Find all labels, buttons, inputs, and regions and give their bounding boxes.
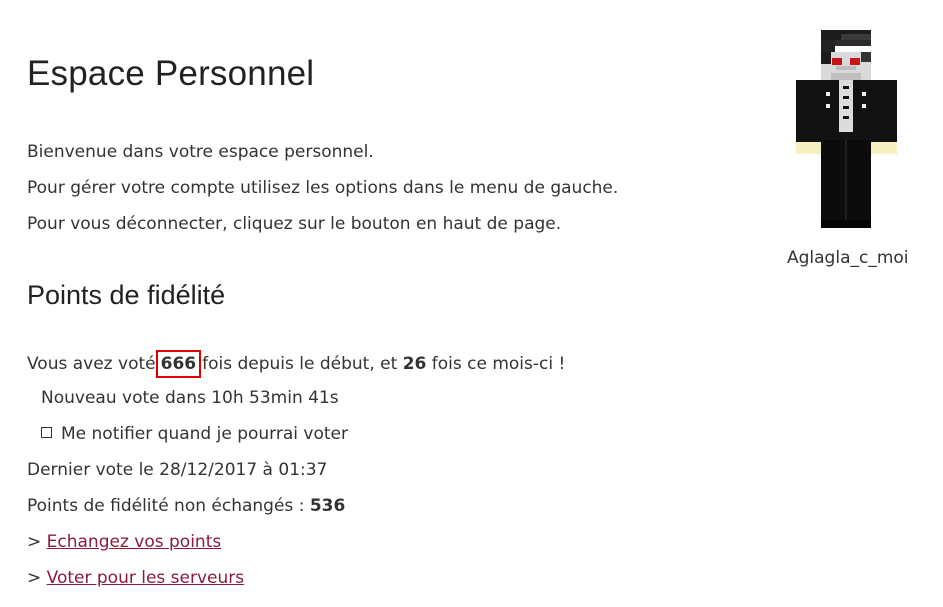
votes-month: 26 xyxy=(402,354,427,374)
unexchanged-points: Points de fidélité non échangés : 536 xyxy=(27,494,345,518)
logout-help-text: Pour vous déconnecter, cliquez sur le bo… xyxy=(27,214,562,234)
minecraft-skin-icon xyxy=(796,30,897,228)
vote-servers-row: > Voter pour les serveurs xyxy=(27,566,244,590)
notify-label[interactable]: Me notifier quand je pourrai voter xyxy=(61,424,348,444)
link-arrow: > xyxy=(27,532,42,552)
notify-checkbox[interactable] xyxy=(41,426,52,438)
link-arrow: > xyxy=(27,568,42,588)
username: Aglagla_c_moi xyxy=(787,248,909,268)
last-vote-text: Dernier vote le 28/12/2017 à 01:37 xyxy=(27,460,328,480)
fidelity-section-title: Points de fidélité xyxy=(27,280,226,310)
exchange-points-row: > Echangez vos points xyxy=(27,530,221,554)
vote-servers-link[interactable]: Voter pour les serveurs xyxy=(47,568,244,588)
votes-suffix: fois ce mois-ci ! xyxy=(431,354,566,374)
votes-middle: fois depuis le début, et xyxy=(202,354,398,374)
exchange-points-link[interactable]: Echangez vos points xyxy=(47,532,222,552)
page-title: Espace Personnel xyxy=(27,54,315,93)
votes-summary: Vous avez voté 666 fois depuis le début, e… xyxy=(27,350,565,378)
welcome-text: Bienvenue dans votre espace personnel. xyxy=(27,142,374,162)
next-vote-countdown: Nouveau vote dans 10h 53min 41s xyxy=(41,388,339,408)
notify-option[interactable]: Me notifier quand je pourrai voter xyxy=(41,422,348,446)
points-value: 536 xyxy=(309,496,346,516)
account-help-text: Pour gérer votre compte utilisez les opt… xyxy=(27,178,619,198)
votes-total-highlight: 666 xyxy=(155,350,202,378)
votes-prefix: Vous avez voté xyxy=(27,354,156,374)
points-label: Points de fidélité non échangés : xyxy=(27,496,305,516)
